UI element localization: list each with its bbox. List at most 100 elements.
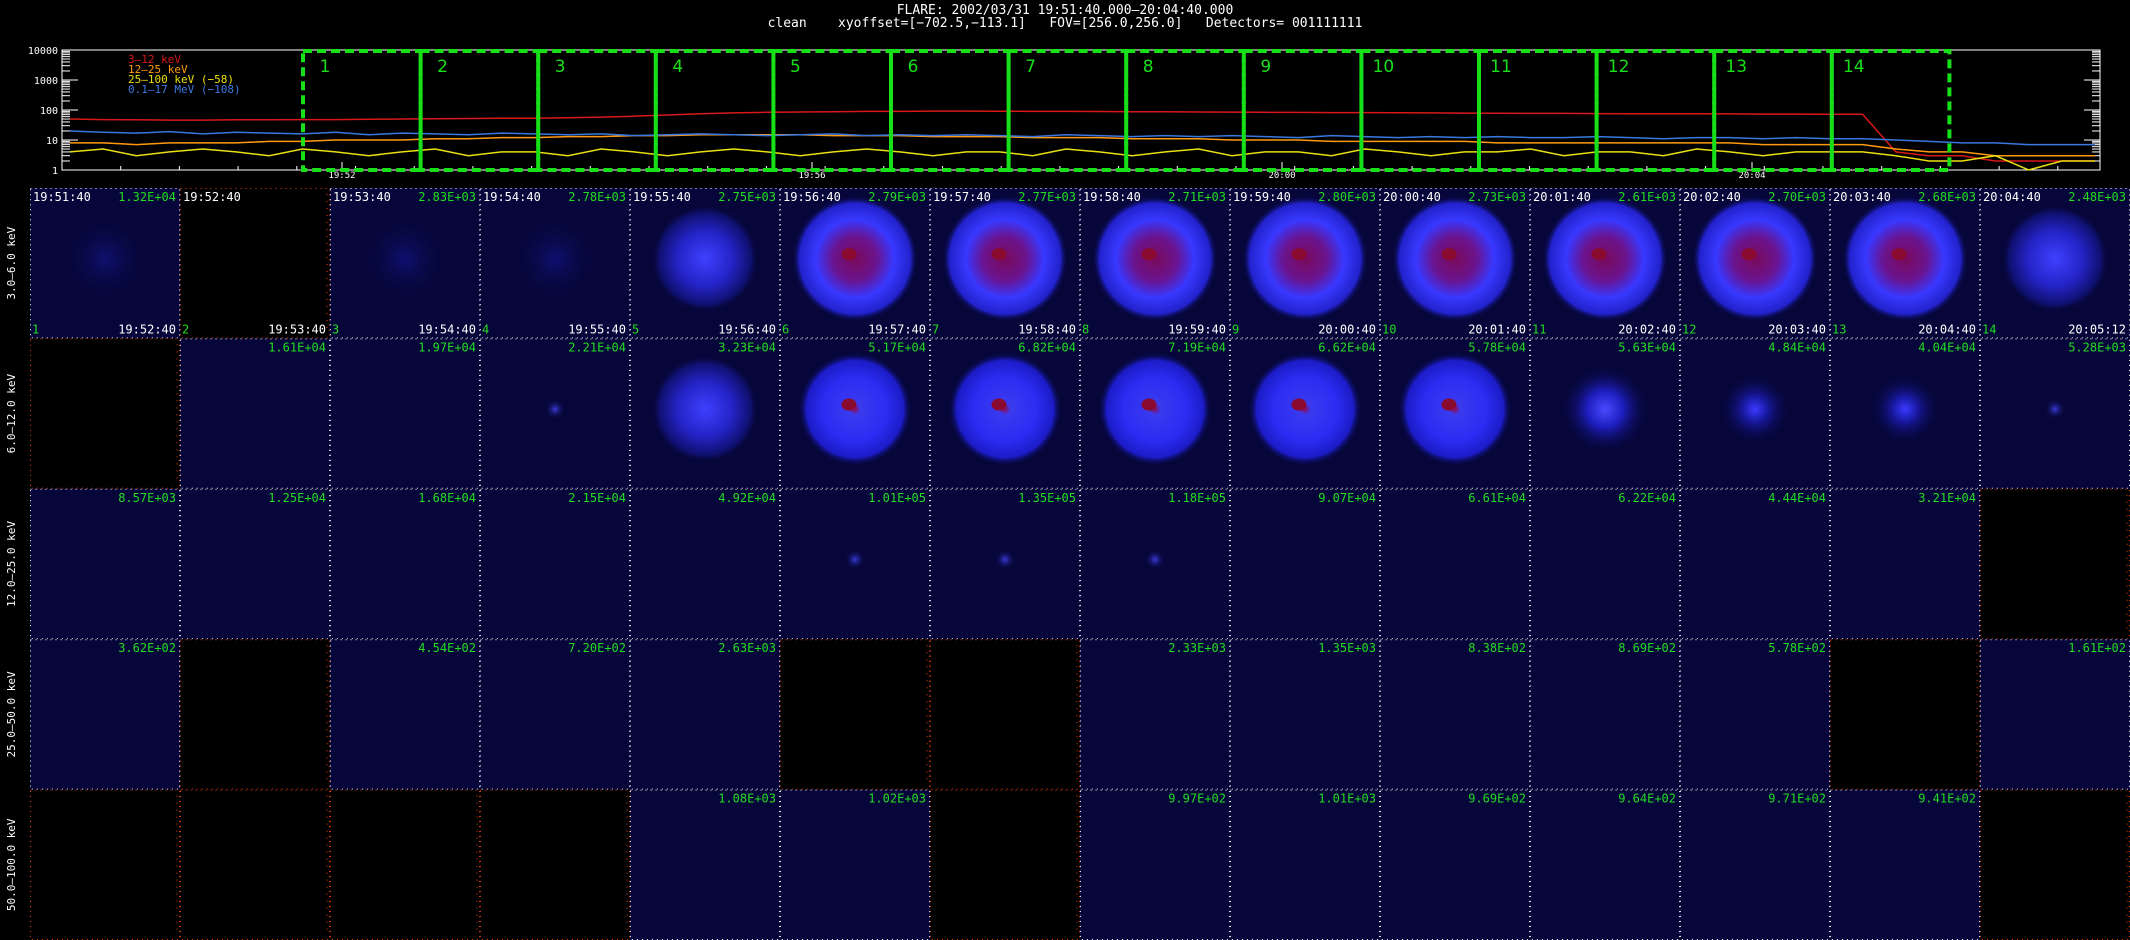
max-value-label: 4.54E+02 — [418, 641, 476, 655]
interval-label: 9 — [1260, 57, 1271, 77]
max-value-label: 2.61E+03 — [1618, 190, 1676, 204]
panel-tick-border — [1830, 639, 1980, 790]
row-label: 3.0–6.0 keV — [5, 226, 18, 299]
panel-number: 11 — [1532, 322, 1546, 336]
source-emission — [942, 195, 1068, 322]
end-time-label: 20:03:40 — [1768, 322, 1826, 336]
panel-tick-border — [330, 639, 480, 790]
source-emission — [2044, 398, 2066, 420]
max-value-label: 9.97E+02 — [1168, 792, 1226, 806]
panel-tick-border — [1230, 338, 1380, 489]
image-panel — [1980, 789, 2130, 940]
panel-tick-border — [780, 488, 930, 640]
source-core — [1741, 248, 1757, 261]
max-value-label: 9.71E+02 — [1768, 792, 1826, 806]
row-label: 12.0–25.0 keV — [5, 521, 18, 607]
panel-tick-border — [930, 488, 1080, 640]
image-panel — [780, 789, 930, 940]
plot-subtitle: clean xyoffset=[−702.5,−113.1] FOV=[256.… — [767, 16, 1363, 31]
panel-tick-border — [1680, 338, 1830, 489]
max-value-label: 6.62E+04 — [1318, 340, 1376, 354]
max-value-label: 1.61E+02 — [2068, 641, 2126, 655]
panel-tick-border — [330, 188, 480, 339]
image-panel — [1080, 338, 1230, 489]
panel-tick-border — [480, 188, 630, 339]
legend-entry: 0.1–17 MeV (−108) — [128, 83, 241, 96]
panel-tick-border — [630, 639, 780, 790]
end-time-label: 19:58:40 — [1018, 322, 1076, 336]
image-panel — [1980, 639, 2130, 790]
image-panel — [780, 188, 930, 339]
panel-number: 8 — [1082, 322, 1089, 336]
panel-tick-border — [30, 488, 180, 640]
interval-label: 1 — [320, 57, 331, 77]
panel-number: 7 — [932, 322, 939, 336]
end-time-label: 19:57:40 — [868, 322, 926, 336]
panel-tick-border — [1380, 639, 1530, 790]
start-time-label: 20:00:40 — [1383, 190, 1441, 204]
max-value-label: 5.17E+04 — [868, 340, 926, 354]
panel-tick-border — [630, 488, 780, 640]
end-time-label: 20:05:12 — [2068, 322, 2126, 336]
image-panel — [1830, 188, 1980, 339]
source-emission — [651, 355, 759, 464]
max-value-label: 2.70E+03 — [1768, 190, 1826, 204]
panel-tick-border — [930, 789, 1080, 940]
interval-label: 8 — [1143, 57, 1154, 77]
start-time-label: 19:59:40 — [1233, 190, 1291, 204]
source-core — [1441, 248, 1457, 261]
max-value-label: 2.63E+03 — [718, 641, 776, 655]
end-time-label: 19:54:40 — [418, 322, 476, 336]
source-core — [1141, 398, 1157, 411]
image-panel — [1530, 338, 1680, 489]
max-value-label: 7.19E+04 — [1168, 340, 1226, 354]
start-time-label: 19:51:40 — [33, 190, 91, 204]
image-panel — [1080, 789, 1230, 940]
panel-tick-border — [330, 488, 480, 640]
panel-tick-border — [930, 639, 1080, 790]
interval-label: 10 — [1373, 57, 1395, 77]
image-panel — [1980, 338, 2130, 489]
max-value-label: 2.80E+03 — [1318, 190, 1376, 204]
panel-tick-border — [330, 338, 480, 489]
x-tick-label: 20:04 — [1738, 171, 1765, 180]
image-panel — [1680, 188, 1830, 339]
end-time-label: 19:53:40 — [268, 322, 326, 336]
image-panel — [1230, 639, 1380, 790]
image-panel — [1230, 188, 1380, 339]
image-panel — [930, 488, 1080, 640]
panel-tick-border — [630, 188, 780, 339]
max-value-label: 1.01E+03 — [1318, 792, 1376, 806]
panel-tick-border — [1980, 488, 2130, 640]
image-panel — [1530, 488, 1680, 640]
image-panel — [780, 488, 930, 640]
image-panel — [1830, 338, 1980, 489]
image-panel — [330, 488, 480, 640]
image-panel — [1380, 488, 1530, 640]
y-tick-label: 10 — [46, 136, 58, 147]
max-value-label: 4.92E+04 — [718, 491, 776, 505]
panel-tick-border — [1680, 188, 1830, 339]
image-panel — [1230, 789, 1380, 940]
max-value-label: 2.15E+04 — [568, 491, 626, 505]
image-panel — [180, 639, 330, 790]
x-tick-label: 19:52 — [328, 171, 355, 180]
image-panel — [30, 639, 180, 790]
end-time-label: 20:00:40 — [1318, 322, 1376, 336]
max-value-label: 1.61E+04 — [268, 340, 326, 354]
panel-tick-border — [780, 789, 930, 940]
max-value-label: 1.32E+04 — [118, 190, 176, 204]
start-time-label: 19:53:40 — [333, 190, 391, 204]
source-emission — [1392, 195, 1518, 322]
panel-tick-border — [1080, 789, 1230, 940]
image-panel — [480, 338, 630, 489]
image-panel — [1080, 488, 1230, 640]
max-value-label: 1.01E+05 — [868, 491, 926, 505]
source-emission — [948, 352, 1062, 467]
max-value-label: 4.44E+04 — [1768, 491, 1826, 505]
source-emission — [994, 548, 1016, 570]
panel-tick-border — [1530, 789, 1680, 940]
image-panel — [1530, 639, 1680, 790]
image-panel — [630, 789, 780, 940]
panel-number: 6 — [782, 322, 789, 336]
